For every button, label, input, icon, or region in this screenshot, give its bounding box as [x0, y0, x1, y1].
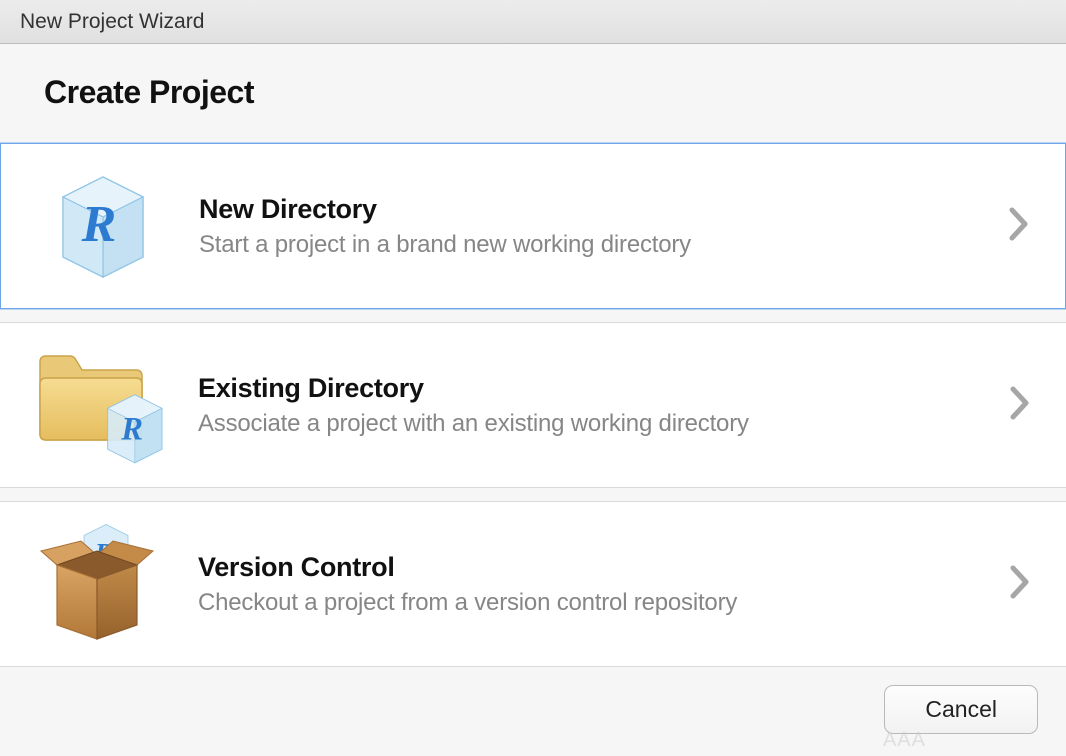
page-title: Create Project	[44, 74, 1022, 111]
option-text-block: Existing Directory Associate a project w…	[172, 369, 1010, 442]
option-title: Version Control	[198, 552, 1000, 583]
window-title: New Project Wizard	[20, 10, 204, 34]
chevron-right-icon	[1010, 565, 1038, 604]
chevron-right-icon	[1010, 386, 1038, 425]
project-type-list: R New Directory Start a project in a bra…	[0, 143, 1066, 666]
cancel-button[interactable]: Cancel	[884, 685, 1038, 734]
option-text-block: Version Control Checkout a project from …	[172, 548, 1010, 621]
chevron-right-icon	[1009, 207, 1037, 246]
r-cube-icon: R	[33, 166, 173, 286]
svg-text:R: R	[81, 196, 117, 253]
dialog-header: Create Project	[0, 44, 1066, 143]
dialog-footer: Cancel	[0, 666, 1066, 756]
option-description: Checkout a project from a version contro…	[198, 589, 1000, 617]
svg-text:R: R	[120, 412, 143, 448]
box-r-cube-icon: R	[32, 524, 172, 644]
option-text-block: New Directory Start a project in a brand…	[173, 190, 1009, 263]
option-new-directory[interactable]: R New Directory Start a project in a bra…	[0, 143, 1066, 309]
folder-r-cube-icon: R	[32, 345, 172, 465]
option-title: New Directory	[199, 194, 999, 225]
window-titlebar: New Project Wizard	[0, 0, 1066, 44]
option-description: Associate a project with an existing wor…	[198, 410, 1000, 438]
option-existing-directory[interactable]: R Existing Directory Associate a project…	[0, 322, 1066, 488]
option-description: Start a project in a brand new working d…	[199, 231, 999, 259]
option-title: Existing Directory	[198, 373, 1000, 404]
option-version-control[interactable]: R	[0, 501, 1066, 667]
